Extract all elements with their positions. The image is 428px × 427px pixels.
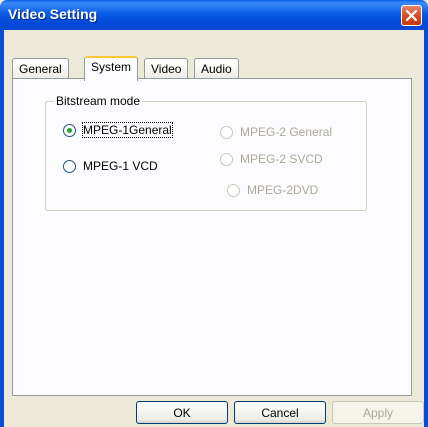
radio-mpeg2-general[interactable]: MPEG-2 General	[220, 125, 332, 139]
radio-label: MPEG-1General	[82, 122, 173, 138]
radio-icon	[63, 159, 76, 173]
radio-label: MPEG-2 SVCD	[240, 152, 323, 166]
cancel-button[interactable]: Cancel	[234, 401, 326, 424]
ok-button[interactable]: OK	[136, 401, 228, 424]
tab-system[interactable]: System	[84, 56, 139, 81]
radio-mpeg2-dvd[interactable]: MPEG-2DVD	[227, 183, 318, 197]
radio-mpeg2-svcd[interactable]: MPEG-2 SVCD	[220, 152, 323, 166]
window-frame-left	[0, 30, 4, 427]
radio-mpeg1-vcd[interactable]: MPEG-1 VCD	[63, 159, 158, 173]
tab-video[interactable]: Video	[144, 58, 189, 80]
radio-icon	[220, 152, 233, 166]
window-title: Video Setting	[8, 6, 98, 22]
close-icon	[406, 10, 417, 21]
tab-general[interactable]: General	[12, 58, 69, 80]
close-button[interactable]	[401, 5, 422, 26]
title-bar: Video Setting	[0, 0, 428, 30]
radio-label: MPEG-2 General	[240, 125, 333, 139]
radio-icon	[63, 123, 76, 137]
apply-button[interactable]: Apply	[332, 401, 424, 424]
radio-icon	[220, 125, 233, 139]
tab-audio[interactable]: Audio	[194, 58, 239, 80]
radio-label: MPEG-1 VCD	[83, 159, 158, 173]
window-frame-right	[424, 30, 428, 427]
radio-icon	[227, 183, 240, 197]
radio-mpeg1-general[interactable]: MPEG-1General	[63, 122, 173, 138]
group-title: Bitstream mode	[54, 94, 143, 108]
radio-label: MPEG-2DVD	[247, 183, 319, 197]
